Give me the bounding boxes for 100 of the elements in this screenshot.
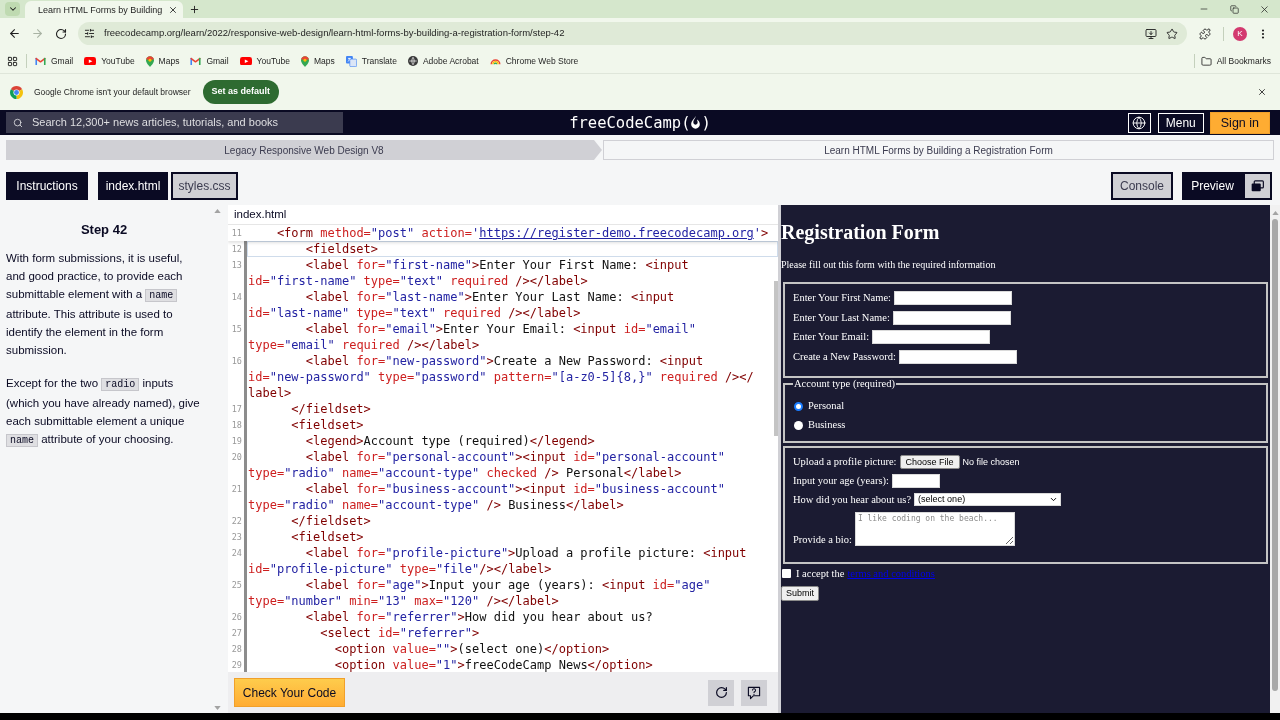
text-input[interactable] — [892, 310, 1011, 325]
line-number: 25 — [230, 579, 243, 592]
breadcrumb-link[interactable]: Learn HTML Forms by Building a Registration Form — [603, 140, 1274, 160]
bookmark-item[interactable]: Translate — [340, 51, 402, 71]
line-number: 11 — [230, 227, 243, 240]
line-number: 24 — [230, 547, 243, 560]
map-pin-icon — [145, 55, 154, 67]
line-number: 21 — [230, 483, 243, 496]
file-name-label: index.html — [234, 206, 287, 222]
submit-button[interactable]: Submit — [781, 585, 819, 601]
field-label: Create a New Password: — [793, 350, 896, 363]
bio-textarea[interactable]: I like coding on the beach... — [854, 511, 1015, 546]
apps-grid-icon[interactable] — [7, 55, 18, 67]
bookmark-item[interactable]: Adobe Acrobat — [402, 51, 484, 71]
code-line: <label for="age">Input your age (years): <input id="age" type="number" min="13" max="120" /></label> — [247, 577, 712, 609]
instruction-paragraph: With form submissions, it is useful, and good practice, to provide each submittable element with a name attribute. This attribute is used to identify the element in the form submission. — [6, 251, 184, 358]
translate-icon — [345, 55, 357, 67]
text-input[interactable] — [872, 330, 991, 345]
tab-search-button[interactable] — [5, 2, 20, 16]
browser-tab[interactable]: Learn HTML Forms by Building — [25, 1, 183, 18]
field-label: Upload a profile picture: — [793, 455, 897, 468]
code-line: <label for="referrer">How did you hear about us? — [304, 609, 654, 625]
bookmark-item[interactable]: Maps — [140, 51, 185, 71]
line-number: 19 — [230, 435, 243, 448]
radio-label: Business — [808, 419, 846, 431]
restore-icon — [1229, 4, 1239, 14]
reset-button[interactable] — [708, 679, 734, 706]
panel-tab[interactable]: styles.css — [171, 172, 238, 200]
check-code-button[interactable]: Check Your Code — [234, 678, 345, 707]
close-infobar-button[interactable] — [1257, 87, 1267, 97]
scrollbar-thumb[interactable] — [774, 281, 778, 436]
install-icon[interactable] — [1145, 27, 1157, 40]
help-button[interactable] — [741, 679, 767, 706]
language-button[interactable] — [1127, 112, 1151, 133]
code-line: <label for="business-account"><input id="business-account" type="radio" name="account-type" /> Business</label> — [247, 481, 726, 513]
bookmark-item[interactable]: Maps — [296, 51, 340, 71]
site-settings-icon[interactable] — [84, 28, 95, 39]
panel-tab[interactable]: index.html — [98, 172, 168, 200]
line-number: 20 — [230, 451, 243, 464]
browser-logo-icon — [10, 85, 23, 99]
video-play-icon — [239, 56, 252, 66]
instruction-paragraph: Except for the two radio inputs (which you have already named), give each submittable element a unique name attribute of your choosing. — [6, 376, 201, 449]
dropdown-select[interactable]: (select one) — [914, 493, 1062, 506]
panel-tab[interactable]: Instructions — [6, 172, 88, 200]
sign-in-button[interactable]: Sign in — [1209, 111, 1270, 134]
panel-tab[interactable]: Console — [1111, 172, 1173, 200]
line-number: 23 — [230, 531, 243, 544]
line-number: 16 — [230, 355, 243, 368]
url-text: freecodecamp.org/learn/2022/responsive-web-design/learn-html-forms-by-building-a-registration-form/step-42 — [104, 26, 565, 41]
menu-button[interactable]: Menu — [1157, 112, 1204, 133]
bookmark-item[interactable]: Gmail — [185, 51, 234, 71]
bookmark-item[interactable]: Chrome Web Store — [484, 51, 584, 71]
open-preview-window-button[interactable] — [1243, 172, 1272, 200]
radio-button[interactable] — [794, 420, 803, 430]
new-tab-button[interactable] — [188, 3, 200, 15]
refresh-icon — [714, 686, 728, 699]
profile-avatar[interactable]: K — [1233, 26, 1247, 41]
help-icon — [747, 685, 761, 700]
number-input[interactable] — [891, 473, 940, 488]
panel-tab[interactable]: Preview — [1182, 172, 1243, 200]
code-line: <label for="last-name">Enter Your Last Name: <input id="last-name" type="text" required /></label> — [247, 289, 676, 321]
site-logo[interactable]: freeCodeCamp( ) — [569, 112, 711, 133]
fieldset-legend: Account type (required) — [793, 377, 896, 390]
checkbox[interactable] — [782, 569, 791, 578]
field-label: Enter Your First Name: — [793, 292, 891, 305]
address-bar[interactable]: freecodecamp.org/learn/2022/responsive-web-design/learn-html-forms-by-building-a-registration-form/step-42 — [78, 22, 1187, 45]
chevron-down-icon — [1049, 495, 1059, 504]
line-number: 12 — [230, 243, 243, 256]
text-input[interactable] — [898, 349, 1017, 364]
radio-label: Personal — [808, 400, 845, 412]
code-line: <label for="first-name">Enter Your First Name: <input id="first-name" type="text" required /></label> — [247, 257, 690, 289]
globe-icon — [1132, 115, 1147, 130]
puzzle-icon — [1199, 27, 1211, 40]
line-number: 15 — [230, 323, 243, 336]
line-number: 28 — [230, 643, 243, 656]
close-tab-button[interactable] — [168, 4, 179, 15]
terms-label: I accept the — [796, 567, 845, 580]
code-line: <fieldset> — [290, 529, 365, 545]
field-label: Enter Your Last Name: — [793, 311, 890, 324]
choose-file-button[interactable]: Choose File — [899, 454, 960, 469]
folder-icon — [1200, 55, 1212, 67]
reload-icon — [55, 27, 67, 40]
code-line: <option value="">(select one)</option> — [333, 641, 611, 657]
set-default-button[interactable]: Set as default — [202, 80, 280, 104]
breadcrumb-link[interactable]: Legacy Responsive Web Design V8 — [6, 140, 602, 160]
bookmark-item[interactable]: YouTube — [79, 51, 140, 71]
arrow-right-icon — [30, 27, 44, 40]
code-line: <option value="1">freeCodeCamp News</option> — [333, 657, 654, 672]
star-icon[interactable] — [1166, 27, 1178, 40]
mail-icon — [190, 57, 202, 65]
scrollbar-thumb[interactable] — [1272, 219, 1278, 691]
field-label: How did you hear about us? — [793, 493, 912, 506]
code-line: <label for="new-password">Create a New Password: <input id="new-password" type="password" pattern="[a-z0-5]{8,}" required /></ label> — [247, 353, 755, 401]
all-bookmarks-button[interactable]: All Bookmarks — [1200, 51, 1271, 71]
bookmark-item[interactable]: YouTube — [234, 51, 295, 71]
plus-icon — [188, 3, 200, 15]
radio-button[interactable] — [794, 401, 803, 411]
search-field[interactable]: Search 12,300+ news articles, tutorials, and books — [6, 112, 343, 133]
text-input[interactable] — [894, 291, 1012, 306]
bookmark-item[interactable]: Gmail — [30, 51, 79, 71]
